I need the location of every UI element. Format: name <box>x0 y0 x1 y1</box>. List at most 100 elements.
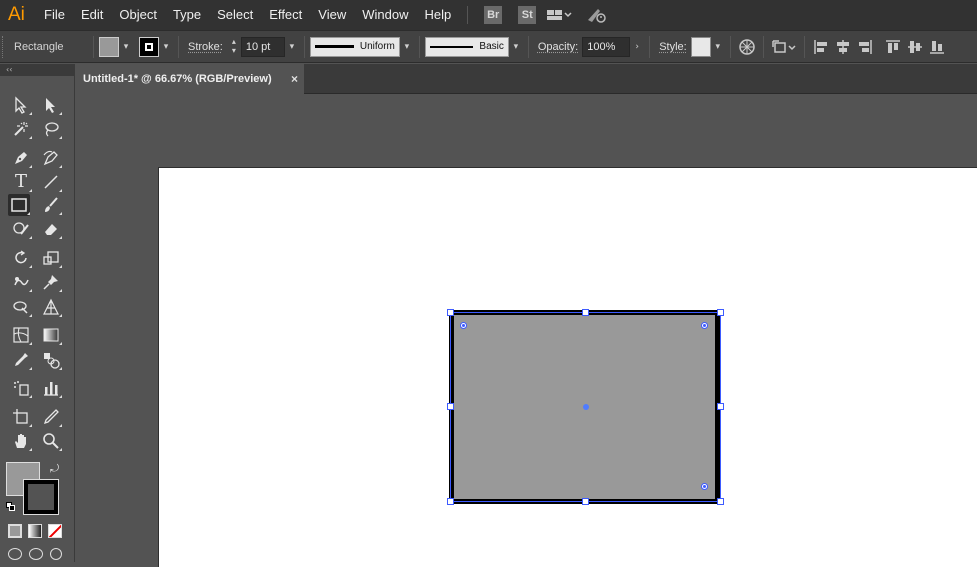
swap-fill-stroke-icon[interactable]: ⤾ <box>50 462 59 476</box>
align-to-selection-icon[interactable] <box>769 36 799 58</box>
rotate-tool[interactable] <box>10 247 32 269</box>
eyedropper-tool[interactable] <box>10 349 32 371</box>
gradient-mode-button[interactable] <box>28 524 42 538</box>
workspace-layout-icon[interactable] <box>544 4 574 26</box>
align-top-icon[interactable] <box>882 36 904 58</box>
scale-icon <box>43 251 59 265</box>
tools-collapse-button[interactable]: ‹‹ <box>0 64 74 76</box>
document-tab[interactable]: Untitled-1* @ 66.67% (RGB/Preview) × <box>75 64 304 94</box>
align-right-icon[interactable] <box>854 36 876 58</box>
curvature-pen-icon <box>43 150 58 166</box>
profile-label: Uniform <box>359 41 395 52</box>
pen-tool[interactable] <box>10 147 32 169</box>
column-graph-tool[interactable] <box>40 377 62 399</box>
bridge-button[interactable]: Br <box>484 6 503 24</box>
close-tab-icon[interactable]: × <box>291 64 298 94</box>
align-bottom-icon[interactable] <box>926 36 948 58</box>
gradient-icon <box>43 328 59 342</box>
default-colors-icon[interactable] <box>6 502 16 512</box>
hand-tool[interactable] <box>10 430 32 452</box>
selection-tool[interactable] <box>10 94 32 116</box>
stroke-weight-dropdown-icon[interactable]: ▾ <box>285 37 299 57</box>
stroke-label[interactable]: Stroke: <box>184 41 227 53</box>
opacity-input[interactable]: 100% <box>582 36 631 57</box>
draw-inside-icon[interactable] <box>50 548 62 560</box>
direct-selection-tool[interactable] <box>40 94 62 116</box>
corner-radius-widget[interactable] <box>701 483 708 490</box>
curvature-tool[interactable] <box>40 147 62 169</box>
align-left-icon[interactable] <box>810 36 832 58</box>
eyedropper-icon <box>15 353 28 366</box>
blend-icon <box>44 353 60 369</box>
brush-dropdown-icon[interactable]: ▾ <box>509 37 523 57</box>
bbox-handle-top-left[interactable] <box>447 309 454 316</box>
symbol-sprayer-tool[interactable] <box>10 377 32 399</box>
fill-dropdown-icon[interactable]: ▾ <box>119 37 133 57</box>
stroke-dropdown-icon[interactable]: ▾ <box>159 37 173 57</box>
bbox-handle-bottom-right[interactable] <box>717 498 724 505</box>
stroke-color-box[interactable] <box>23 479 59 515</box>
type-tool[interactable]: T <box>10 171 32 193</box>
slice-tool[interactable] <box>40 406 62 428</box>
puppet-warp-tool[interactable] <box>40 271 62 293</box>
fill-swatch[interactable] <box>99 36 119 57</box>
line-segment-tool[interactable] <box>40 171 62 193</box>
canvas-area[interactable] <box>75 94 977 567</box>
menu-object[interactable]: Object <box>111 0 165 30</box>
recolor-artwork-icon[interactable] <box>736 36 758 58</box>
variable-width-profile[interactable]: Uniform <box>309 36 400 57</box>
mesh-tool[interactable] <box>10 324 32 346</box>
lasso-tool[interactable] <box>40 118 62 140</box>
bbox-handle-bottom-left[interactable] <box>447 498 454 505</box>
artboard-tool[interactable] <box>10 406 32 428</box>
bbox-handle-middle-right[interactable] <box>717 403 724 410</box>
opacity-label[interactable]: Opacity: <box>534 41 582 53</box>
menu-effect[interactable]: Effect <box>261 0 310 30</box>
style-dropdown-icon[interactable]: ▾ <box>711 37 725 57</box>
blend-tool[interactable] <box>40 349 62 371</box>
perspective-grid-tool[interactable] <box>40 296 62 318</box>
menu-select[interactable]: Select <box>209 0 261 30</box>
opacity-chevron-icon[interactable]: › <box>630 37 644 57</box>
graphic-style-swatch[interactable] <box>690 36 711 57</box>
warp-tool[interactable] <box>10 271 32 293</box>
eraser-tool[interactable] <box>40 218 62 240</box>
color-mode-button[interactable] <box>8 524 22 538</box>
bbox-handle-bottom-center[interactable] <box>582 498 589 505</box>
menu-type[interactable]: Type <box>165 0 209 30</box>
draw-behind-icon[interactable] <box>29 548 43 560</box>
none-mode-button[interactable] <box>48 524 62 538</box>
artboard[interactable] <box>158 167 977 567</box>
corner-radius-widget[interactable] <box>701 322 708 329</box>
gpu-performance-icon[interactable] <box>586 4 608 26</box>
bbox-handle-middle-left[interactable] <box>447 403 454 410</box>
menu-file[interactable]: File <box>36 0 73 30</box>
menu-edit[interactable]: Edit <box>73 0 111 30</box>
align-vertical-center-icon[interactable] <box>904 36 926 58</box>
menu-window[interactable]: Window <box>354 0 416 30</box>
zoom-tool[interactable] <box>40 430 62 452</box>
stroke-stepper-icon[interactable]: ▴ ▾ <box>227 37 241 57</box>
shape-builder-tool[interactable] <box>10 296 32 318</box>
stroke-weight-input[interactable]: 10 pt <box>240 36 285 57</box>
menu-help[interactable]: Help <box>416 0 459 30</box>
menu-view[interactable]: View <box>310 0 354 30</box>
warp-icon <box>14 277 29 286</box>
profile-dropdown-icon[interactable]: ▾ <box>400 37 414 57</box>
paintbrush-tool[interactable] <box>40 194 62 216</box>
hand-icon <box>15 434 26 448</box>
stroke-swatch[interactable] <box>139 36 159 57</box>
scale-tool[interactable] <box>40 247 62 269</box>
bbox-handle-top-right[interactable] <box>717 309 724 316</box>
bbox-handle-top-center[interactable] <box>582 309 589 316</box>
brush-definition[interactable]: Basic <box>424 36 509 57</box>
magic-wand-tool[interactable] <box>10 118 32 140</box>
align-horizontal-center-icon[interactable] <box>832 36 854 58</box>
style-label[interactable]: Style: <box>655 41 691 53</box>
stock-button[interactable]: St <box>518 6 537 24</box>
rectangle-tool[interactable] <box>8 194 30 216</box>
draw-normal-icon[interactable] <box>8 548 22 560</box>
corner-radius-widget[interactable] <box>460 322 467 329</box>
gradient-tool[interactable] <box>40 324 62 346</box>
shaper-tool[interactable] <box>10 218 32 240</box>
